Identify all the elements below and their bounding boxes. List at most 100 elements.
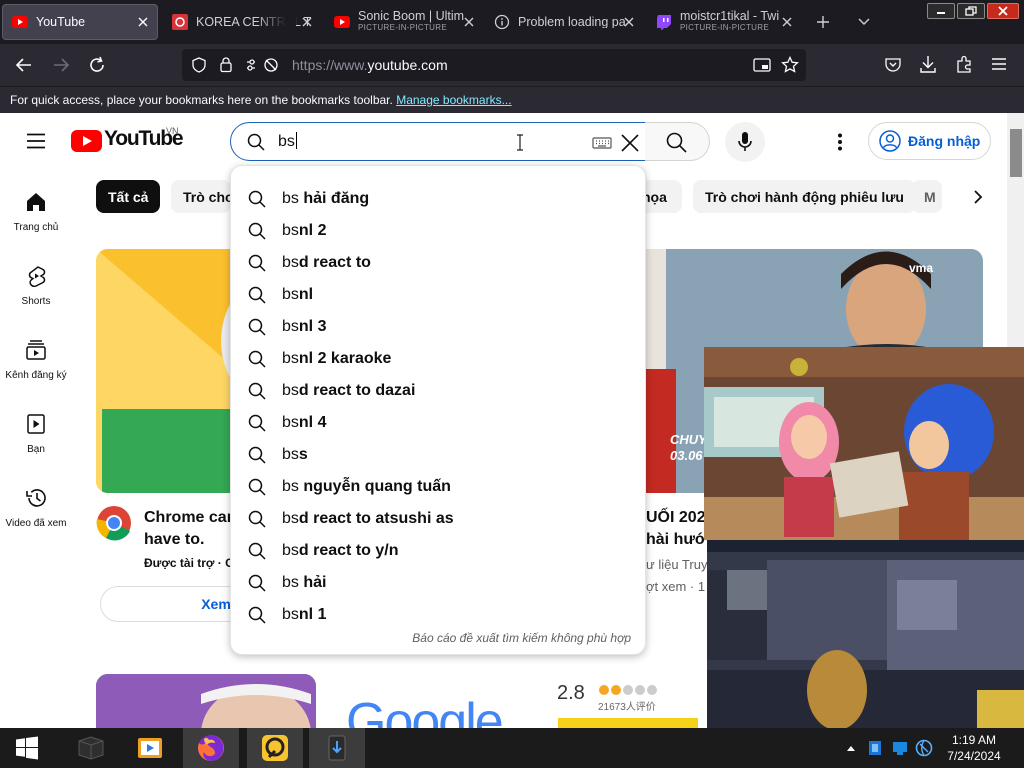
more-options-icon[interactable] bbox=[837, 133, 843, 151]
search-icon bbox=[248, 350, 266, 368]
ad-title[interactable]: Chrome can have to. bbox=[144, 507, 236, 551]
chip-action-adventure-games[interactable]: Trò chơi hành động phiêu lưu bbox=[693, 180, 916, 213]
tab-sonic-boom[interactable]: Sonic Boom | Ultim PICTURE-IN-PICTURE bbox=[324, 4, 484, 40]
address-bar[interactable]: https://www.youtube.com bbox=[182, 49, 806, 81]
tab-twitch[interactable]: moistcr1tikal - Twi PICTURE-IN-PICTURE bbox=[646, 4, 802, 40]
search-icon bbox=[248, 222, 266, 240]
taskbar-app-downloader[interactable] bbox=[309, 728, 365, 768]
tray-security-icon[interactable] bbox=[867, 739, 883, 757]
suggestion-text: bsnl 1 bbox=[282, 606, 327, 623]
reload-icon[interactable] bbox=[88, 56, 106, 74]
lock-icon[interactable] bbox=[219, 56, 233, 73]
search-icon bbox=[248, 414, 266, 432]
chip-more[interactable]: M bbox=[912, 180, 942, 213]
close-tab-icon[interactable] bbox=[462, 15, 476, 29]
new-tab-icon[interactable] bbox=[815, 14, 831, 30]
clear-search-icon[interactable] bbox=[620, 133, 640, 153]
sonic-video-frame bbox=[704, 347, 1024, 540]
hamburger-menu-icon[interactable] bbox=[26, 133, 46, 149]
back-arrow-icon[interactable] bbox=[15, 57, 33, 73]
start-button[interactable] bbox=[0, 728, 54, 768]
app-menu-icon[interactable] bbox=[991, 57, 1007, 71]
system-clock[interactable]: 1:19 AM 7/24/2024 bbox=[934, 732, 1014, 764]
tab-korea-central[interactable]: KOREA CENTRAL T bbox=[162, 4, 322, 48]
youtube-logo-icon[interactable] bbox=[71, 130, 102, 152]
sign-in-button[interactable]: Đăng nhập bbox=[868, 122, 991, 160]
suggestion-item[interactable]: bsnl 2 bbox=[231, 215, 645, 247]
video-meta: ư liệu Truy ợt xem · 1 bbox=[646, 554, 707, 598]
report-suggestions-link[interactable]: Báo cáo đề xuất tìm kiếm không phù hợp bbox=[412, 631, 631, 645]
video-thumbnail[interactable]: 2.8 21673人评价 bbox=[548, 674, 704, 728]
manage-bookmarks-link[interactable]: Manage bookmarks... bbox=[396, 93, 511, 107]
game-stream-frame bbox=[707, 540, 1024, 728]
close-window-button[interactable] bbox=[987, 3, 1019, 19]
guide-item-history[interactable]: Video đã xem bbox=[0, 487, 72, 529]
suggestion-item[interactable]: bss bbox=[231, 439, 645, 471]
review-count: 21673人评价 bbox=[598, 702, 656, 713]
chip-games[interactable]: Trò chơ bbox=[171, 180, 231, 213]
guide-item-shorts[interactable]: Shorts bbox=[0, 265, 72, 307]
tracking-shield-icon[interactable] bbox=[191, 57, 207, 73]
search-icon bbox=[248, 286, 266, 304]
chevron-right-icon[interactable] bbox=[972, 189, 984, 205]
suggestion-item[interactable]: bs nguyễn quang tuấn bbox=[231, 471, 645, 503]
pip-window-sonic-boom[interactable] bbox=[704, 347, 1024, 540]
search-icon bbox=[247, 133, 265, 151]
taskbar-app-media-player[interactable] bbox=[122, 728, 178, 768]
chip-all[interactable]: Tất cả bbox=[96, 180, 161, 213]
korea-favicon-icon bbox=[172, 14, 188, 30]
pocket-icon[interactable] bbox=[884, 56, 902, 74]
list-tabs-chevron-icon[interactable] bbox=[856, 15, 872, 29]
downloads-icon[interactable] bbox=[919, 55, 937, 74]
video-thumbnail[interactable]: Google bbox=[322, 674, 542, 728]
voice-search-button[interactable] bbox=[725, 122, 765, 162]
extensions-icon[interactable] bbox=[955, 55, 973, 74]
suggestion-item[interactable]: bsd react to bbox=[231, 247, 645, 279]
taskbar-app-firefox[interactable] bbox=[183, 728, 239, 768]
tab-title: Sonic Boom | Ultim bbox=[358, 10, 465, 23]
suggestion-item[interactable]: bs hải bbox=[231, 567, 645, 599]
suggestion-item[interactable]: bs hải đăng bbox=[231, 183, 645, 215]
search-button[interactable] bbox=[645, 122, 710, 161]
pip-window-twitch-stream[interactable] bbox=[707, 540, 1024, 728]
suggestion-item[interactable]: bsnl bbox=[231, 279, 645, 311]
show-hidden-icons-chevron-icon[interactable] bbox=[846, 744, 856, 752]
close-tab-icon[interactable] bbox=[622, 15, 636, 29]
forward-arrow-icon[interactable] bbox=[52, 57, 70, 73]
tab-youtube[interactable]: YouTube bbox=[2, 4, 158, 40]
suggestion-item[interactable]: bsnl 1 bbox=[231, 599, 645, 631]
search-input[interactable]: bs bbox=[278, 132, 297, 151]
suggestion-item[interactable]: bsnl 4 bbox=[231, 407, 645, 439]
suggestion-item[interactable]: bsd react to dazai bbox=[231, 375, 645, 407]
suggestion-item[interactable]: bsnl 2 karaoke bbox=[231, 343, 645, 375]
close-tab-icon[interactable] bbox=[136, 15, 150, 29]
guide-item-home[interactable]: Trang chủ bbox=[0, 191, 72, 233]
minimize-window-button[interactable] bbox=[927, 3, 955, 19]
search-box[interactable]: bs bbox=[230, 122, 646, 161]
search-icon bbox=[248, 446, 266, 464]
scrollbar-thumb[interactable] bbox=[1010, 129, 1022, 177]
tab-problem-loading[interactable]: Problem loading pa bbox=[484, 4, 644, 40]
taskbar-app-terminal[interactable] bbox=[62, 728, 118, 768]
picture-in-picture-icon[interactable] bbox=[753, 57, 771, 73]
tray-globe-icon[interactable] bbox=[915, 739, 933, 757]
windows-taskbar: 1:19 AM 7/24/2024 bbox=[0, 728, 1024, 768]
suggestion-item[interactable]: bsd react to y/n bbox=[231, 535, 645, 567]
restore-window-button[interactable] bbox=[957, 3, 985, 19]
permissions-icon[interactable] bbox=[246, 57, 282, 73]
guide-item-you[interactable]: Bạn bbox=[0, 413, 72, 455]
close-tab-icon[interactable] bbox=[780, 15, 794, 29]
video-thumbnail[interactable] bbox=[96, 674, 316, 728]
close-tab-icon[interactable] bbox=[300, 15, 314, 29]
suggestion-item[interactable]: bsnl 3 bbox=[231, 311, 645, 343]
tray-network-icon[interactable] bbox=[891, 740, 909, 756]
keyboard-icon[interactable] bbox=[592, 136, 612, 150]
search-icon bbox=[248, 190, 266, 208]
search-suggestions-dropdown: bs hải đăng bsnl 2 bsd react to bsnl bsn… bbox=[230, 165, 646, 655]
url-domain: youtube.com bbox=[367, 57, 448, 73]
guide-item-subscriptions[interactable]: Kênh đăng ký bbox=[0, 339, 72, 381]
taskbar-app-viewer[interactable] bbox=[247, 728, 303, 768]
bookmarks-toolbar: For quick access, place your bookmarks h… bbox=[0, 86, 1024, 113]
suggestion-item[interactable]: bsd react to atsushi as bbox=[231, 503, 645, 535]
bookmark-star-icon[interactable] bbox=[781, 56, 799, 74]
